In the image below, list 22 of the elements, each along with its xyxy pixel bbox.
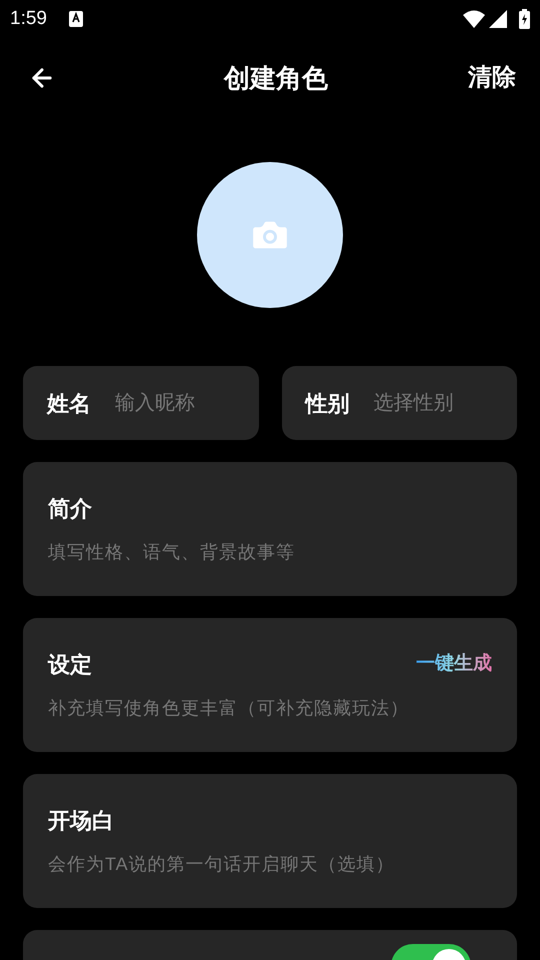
text-field[interactable]: 姓名 输入昵称 [23, 366, 258, 440]
keyboard-notification-icon [68, 11, 83, 27]
card-input[interactable]: 会作为TA说的第一句话开启聊天（选填） [48, 851, 492, 878]
card-title: 简介 [48, 495, 92, 523]
field-input[interactable]: 选择性别 [374, 388, 474, 418]
form-card[interactable]: 开场白 会作为TA说的第一句话开启聊天（选填） [23, 774, 517, 908]
card-input[interactable]: 填写性格、语气、背景故事等 [48, 539, 492, 566]
wifi-icon [463, 10, 485, 28]
card-title: 设定 [48, 651, 92, 679]
clear-button[interactable]: 清除 [468, 60, 516, 96]
form-card[interactable]: 设定 一键生成 补充填写使角色更丰富（可补充隐藏玩法） [23, 618, 517, 752]
field-label: 性别 [306, 390, 350, 418]
status-time: 1:59 [10, 6, 47, 31]
text-field[interactable]: 性别 选择性别 [282, 366, 517, 440]
form-card[interactable]: 简介 填写性格、语气、背景故事等 [23, 462, 517, 596]
field-input[interactable]: 输入昵称 [115, 388, 215, 418]
signal-icon [489, 10, 507, 28]
card-input[interactable]: 补充填写使角色更丰富（可补充隐藏玩法） [48, 695, 492, 722]
battery-charging-icon [519, 9, 530, 29]
card-title: 开场白 [48, 807, 114, 835]
field-label: 姓名 [47, 390, 91, 418]
page-title: 创建角色 [224, 62, 328, 94]
